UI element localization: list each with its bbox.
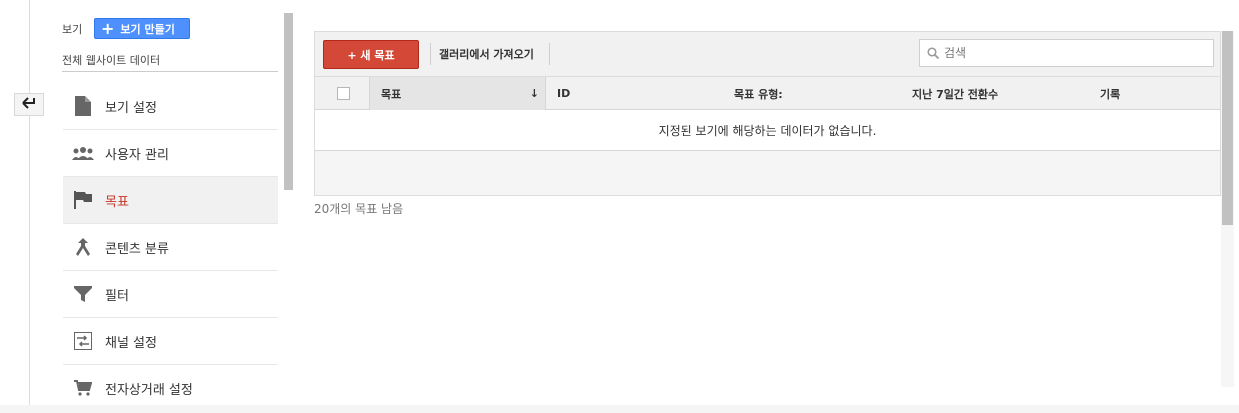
create-view-button[interactable]: + 보기 만들기 <box>94 18 190 39</box>
nav-item-label: 사용자 관리 <box>105 147 169 163</box>
merge-icon <box>72 236 94 258</box>
nav-item-label: 필터 <box>105 288 129 304</box>
column-header-id[interactable]: ID <box>557 77 570 110</box>
new-goal-button[interactable]: + 새 목표 <box>323 40 419 69</box>
document-icon <box>72 95 94 117</box>
nav-item-channel-settings[interactable]: 채널 설정 <box>63 318 278 365</box>
admin-nav: 보기 설정 사용자 관리 목표 콘텐츠 분류 필터 채널 설정 전자상거래 설정 <box>63 83 278 411</box>
search-input[interactable] <box>942 45 1196 61</box>
left-rail-line <box>29 0 30 413</box>
column-header-history[interactable]: 기록 <box>1100 77 1120 110</box>
nav-item-label: 목표 <box>105 194 129 210</box>
search-box[interactable] <box>919 39 1214 67</box>
create-view-label: 보기 만들기 <box>120 22 175 36</box>
cart-icon <box>72 377 94 399</box>
column-header-goal[interactable]: 목표 ↓ <box>369 77 546 110</box>
nav-item-filters[interactable]: 필터 <box>63 271 278 318</box>
nav-item-goals[interactable]: 목표 <box>63 177 278 224</box>
nav-item-label: 채널 설정 <box>105 335 157 351</box>
nav-item-content-grouping[interactable]: 콘텐츠 분류 <box>63 224 278 271</box>
nav-item-label: 보기 설정 <box>105 100 157 116</box>
filter-icon <box>72 283 94 305</box>
import-from-gallery-button[interactable]: 갤러리에서 가져오기 <box>432 42 541 66</box>
column-header-goal-type[interactable]: 목표 유형: <box>734 77 783 110</box>
nav-item-label: 전자상거래 설정 <box>105 382 193 398</box>
toolbar-divider <box>549 43 550 65</box>
select-all-checkbox[interactable] <box>337 87 350 100</box>
flag-icon <box>72 189 94 211</box>
main-scrollbar-thumb[interactable] <box>1222 31 1233 225</box>
goals-remaining: 20개의 목표 남음 <box>314 202 404 216</box>
bottom-bar <box>0 405 1239 413</box>
back-button[interactable] <box>14 93 44 116</box>
view-selector[interactable]: 전체 웹사이트 데이터 <box>62 52 160 68</box>
toolbar-divider <box>430 43 431 65</box>
nav-item-user-management[interactable]: 사용자 관리 <box>63 130 278 177</box>
sidebar-scrollbar[interactable] <box>284 13 293 190</box>
sort-down-icon: ↓ <box>529 87 539 100</box>
nav-item-view-settings[interactable]: 보기 설정 <box>63 83 278 130</box>
nav-item-label: 콘텐츠 분류 <box>105 241 169 257</box>
view-label: 보기 <box>62 23 83 36</box>
view-divider <box>62 71 278 72</box>
people-icon <box>72 142 94 164</box>
back-arrow-icon <box>22 97 36 112</box>
channel-icon <box>72 330 94 352</box>
column-header-label: 목표 <box>381 87 402 101</box>
plus-icon: + <box>101 18 115 38</box>
empty-message: 지정된 보기에 해당하는 데이터가 없습니다. <box>315 110 1220 151</box>
column-header-conversions[interactable]: 지난 7일간 전환수 <box>912 77 998 110</box>
search-icon <box>927 44 940 63</box>
